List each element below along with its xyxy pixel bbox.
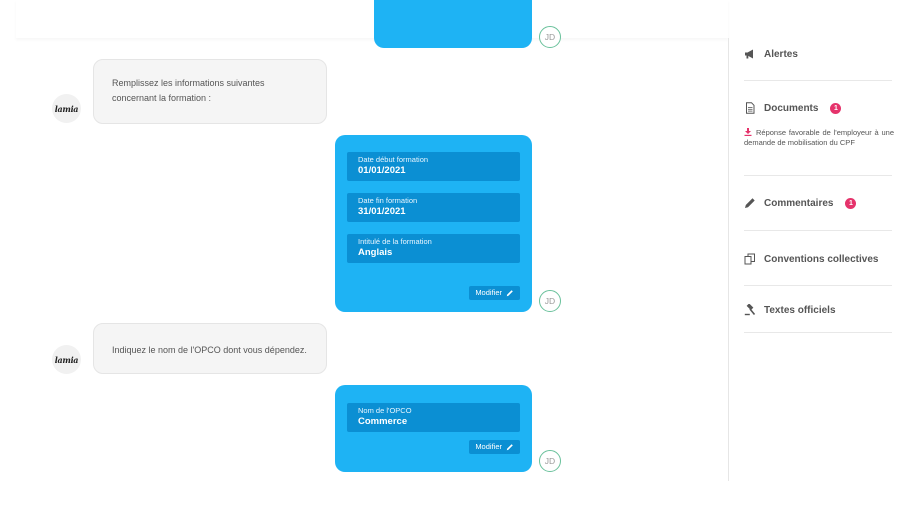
bot-message: Indiquez le nom de l'OPCO dont vous dépe…: [93, 323, 327, 374]
divider: [744, 80, 892, 81]
pencil-icon: [506, 290, 513, 297]
copy-icon: [744, 253, 756, 265]
user-avatar: JD: [539, 290, 561, 312]
bot-avatar: lamia: [52, 94, 81, 123]
sidebar-item-label: Conventions collectives: [764, 253, 879, 265]
field-intitule: Intitulé de la formation Anglais: [347, 234, 520, 263]
download-icon: [744, 128, 752, 136]
document-icon: [744, 102, 756, 114]
previous-answer-card: [374, 0, 532, 48]
field-date-debut: Date début formation 01/01/2021: [347, 152, 520, 181]
sidebar-item-documents[interactable]: Documents 1: [744, 102, 892, 114]
divider: [744, 332, 892, 333]
panel-divider: [728, 38, 729, 481]
divider: [744, 285, 892, 286]
chat-thread: JD lamia Remplissez les informations sui…: [0, 0, 728, 531]
field-value: Commerce: [358, 416, 408, 427]
bot-avatar: lamia: [52, 345, 81, 374]
document-link-text: Réponse favorable de l'employeur à une d…: [744, 128, 894, 147]
field-label: Intitulé de la formation: [358, 237, 432, 246]
modifier-button[interactable]: Modifier: [469, 286, 520, 300]
pencil-icon: [744, 197, 756, 209]
pencil-icon: [506, 444, 513, 451]
modifier-button-label: Modifier: [475, 288, 502, 297]
field-label: Date début formation: [358, 155, 429, 164]
bot-message-text: Indiquez le nom de l'OPCO dont vous dépe…: [112, 345, 307, 355]
sidebar-item-label: Documents: [764, 102, 819, 114]
field-value: Anglais: [358, 247, 393, 258]
divider: [744, 230, 892, 231]
megaphone-icon: [744, 48, 756, 60]
field-opco: Nom de l'OPCO Commerce: [347, 403, 520, 432]
field-value: 01/01/2021: [358, 165, 406, 176]
field-date-fin: Date fin formation 31/01/2021: [347, 193, 520, 222]
sidebar-item-conventions[interactable]: Conventions collectives: [744, 253, 892, 265]
sidebar-item-textes[interactable]: Textes officiels: [744, 304, 892, 316]
gavel-icon: [744, 304, 756, 316]
sidebar: Alertes Documents 1 Réponse favorable de…: [744, 38, 894, 338]
field-label: Nom de l'OPCO: [358, 406, 412, 415]
formation-answer-card: Date début formation 01/01/2021 Date fin…: [335, 135, 532, 312]
sidebar-item-label: Commentaires: [764, 197, 834, 209]
sidebar-item-commentaires[interactable]: Commentaires 1: [744, 197, 892, 209]
user-avatar: JD: [539, 26, 561, 48]
field-value: 31/01/2021: [358, 206, 406, 217]
documents-count-badge: 1: [830, 102, 842, 114]
modifier-button[interactable]: Modifier: [469, 440, 520, 454]
user-avatar: JD: [539, 450, 561, 472]
document-link[interactable]: Réponse favorable de l'employeur à une d…: [744, 128, 894, 148]
opco-answer-card: Nom de l'OPCO Commerce Modifier: [335, 385, 532, 472]
divider: [744, 175, 892, 176]
sidebar-item-label: Alertes: [764, 48, 798, 60]
modifier-button-label: Modifier: [475, 442, 502, 451]
bot-message-text: Remplissez les informations suivantes co…: [112, 78, 265, 103]
field-label: Date fin formation: [358, 196, 418, 205]
sidebar-item-label: Textes officiels: [764, 304, 836, 316]
commentaires-count-badge: 1: [845, 197, 857, 209]
sidebar-item-alertes[interactable]: Alertes: [744, 48, 892, 60]
bot-message: Remplissez les informations suivantes co…: [93, 59, 327, 124]
